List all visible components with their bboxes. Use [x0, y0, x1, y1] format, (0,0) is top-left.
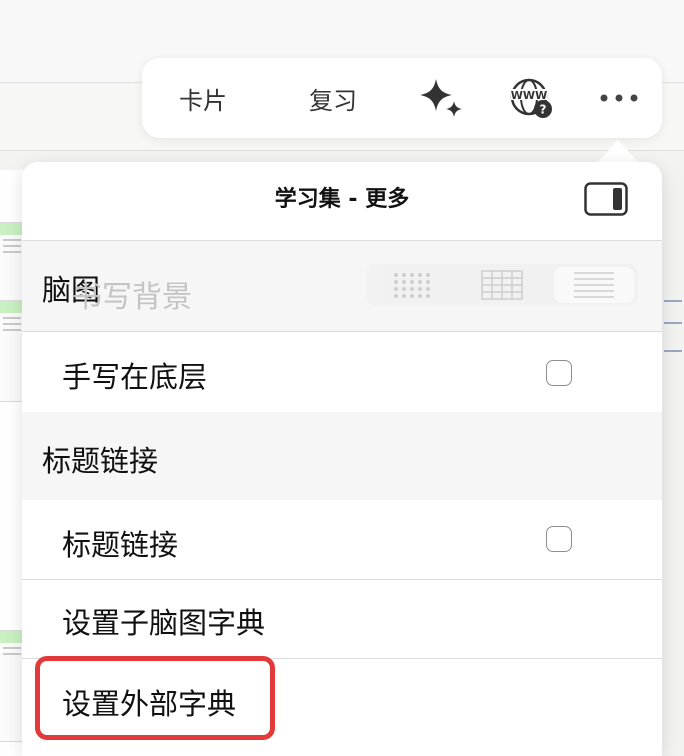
handwriting-stroke	[664, 322, 682, 324]
review-button[interactable]: 复习	[298, 58, 368, 138]
note-toolbar: 卡片 复习 WWW ?	[142, 58, 662, 138]
sparkle-icon[interactable]	[414, 58, 468, 138]
section-label: 标题链接	[42, 444, 159, 478]
lines-pattern-icon	[554, 267, 634, 303]
more-icon[interactable]	[594, 58, 644, 138]
writing-background-label: 书写背景	[72, 280, 192, 315]
handwriting-bottom-checkbox[interactable]	[546, 360, 572, 386]
panel-header: 学习集 - 更多	[22, 162, 662, 241]
canvas-right-edge	[662, 170, 684, 756]
cards-button-label: 卡片	[179, 86, 227, 115]
title-link-checkbox[interactable]	[546, 526, 572, 552]
page-thumbnail[interactable]	[0, 630, 24, 742]
popover-arrow	[596, 140, 640, 164]
handwriting-stroke	[664, 300, 682, 302]
web-help-icon[interactable]: WWW ?	[504, 58, 560, 138]
handwriting-stroke	[664, 350, 682, 352]
cards-button[interactable]: 卡片	[170, 58, 236, 138]
menu-item-label: 标题链接	[62, 528, 179, 562]
menu-item-title-link[interactable]: 标题链接	[22, 500, 662, 579]
dots-pattern-icon	[374, 267, 450, 303]
page-thumbnail[interactable]	[0, 300, 24, 402]
svg-text:?: ?	[540, 103, 547, 117]
grid-pattern-icon	[464, 267, 540, 303]
background-style-segmented	[366, 264, 638, 306]
highlight-box	[35, 656, 275, 740]
svg-text:WWW: WWW	[511, 89, 547, 102]
menu-item-label: 手写在底层	[62, 360, 208, 394]
review-button-label: 复习	[309, 86, 357, 115]
menu-item-label: 设置子脑图字典	[62, 606, 266, 640]
menu-item-sub-mindmap-dictionary[interactable]: 设置子脑图字典	[22, 580, 662, 658]
menu-item-handwriting-bottom[interactable]: 手写在底层	[22, 332, 662, 412]
section-title-link: 标题链接	[22, 412, 662, 500]
panel-title: 学习集 - 更多	[274, 187, 410, 212]
sidebar-toggle-icon[interactable]	[584, 182, 628, 216]
